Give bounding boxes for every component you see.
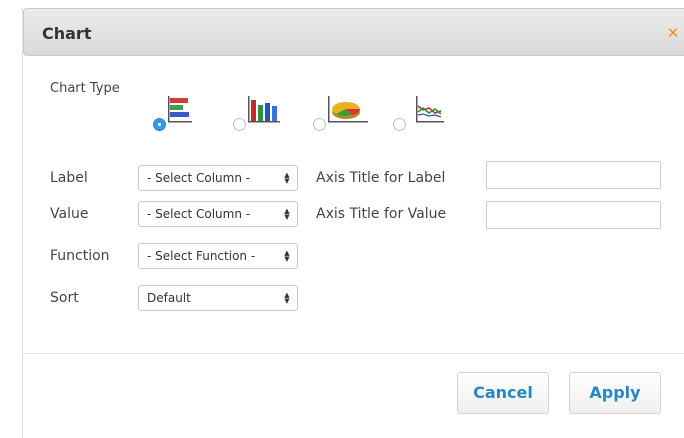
sort-select-value: Default	[147, 291, 191, 305]
value-column-select[interactable]: - Select Column - ▲ ▼	[138, 201, 298, 227]
chart-dialog: Chart ✕ Chart Type Label - Select Column…	[22, 8, 684, 438]
chart-type-radio-horizontal-bar[interactable]	[153, 118, 166, 131]
chart-type-option-pie[interactable]	[313, 96, 373, 134]
chart-type-radio-vertical-bar[interactable]	[233, 118, 246, 131]
label-field-label: Label	[50, 170, 88, 186]
chart-type-option-horizontal-bar[interactable]	[153, 96, 193, 134]
footer-divider	[23, 353, 684, 354]
function-select[interactable]: - Select Function - ▲ ▼	[138, 243, 298, 269]
label-column-select-value: - Select Column -	[147, 171, 251, 185]
chart-type-label: Chart Type	[50, 81, 120, 96]
value-field-label: Value	[50, 206, 89, 222]
select-arrows-icon: ▲ ▼	[284, 171, 290, 185]
horizontal-bar-chart-icon	[168, 96, 192, 123]
select-arrows-icon: ▲ ▼	[284, 291, 290, 305]
dialog-title: Chart	[42, 24, 92, 43]
axis-title-value-input[interactable]	[486, 201, 661, 229]
vertical-bar-chart-icon	[248, 96, 280, 123]
select-arrows-icon: ▲ ▼	[284, 249, 290, 263]
value-column-select-value: - Select Column -	[147, 207, 251, 221]
sort-field-label: Sort	[50, 290, 79, 306]
select-arrows-icon: ▲ ▼	[284, 207, 290, 221]
function-field-label: Function	[50, 248, 110, 264]
label-column-select[interactable]: - Select Column - ▲ ▼	[138, 165, 298, 191]
chart-type-option-line[interactable]	[393, 96, 453, 134]
chart-type-radio-pie[interactable]	[313, 118, 326, 131]
chart-type-radio-line[interactable]	[393, 118, 406, 131]
chart-type-option-vertical-bar[interactable]	[233, 96, 283, 134]
axis-title-value-label: Axis Title for Value	[316, 206, 447, 222]
pie-chart-icon	[328, 96, 368, 123]
apply-button[interactable]: Apply	[569, 372, 661, 414]
function-select-value: - Select Function -	[147, 249, 256, 263]
axis-title-label-input[interactable]	[486, 161, 661, 189]
cancel-button[interactable]: Cancel	[457, 372, 549, 414]
axis-title-label-label: Axis Title for Label	[316, 170, 446, 186]
line-chart-icon	[416, 96, 444, 123]
sort-select[interactable]: Default ▲ ▼	[138, 285, 298, 311]
close-icon[interactable]: ✕	[666, 25, 680, 41]
dialog-header: Chart ✕	[23, 8, 684, 56]
